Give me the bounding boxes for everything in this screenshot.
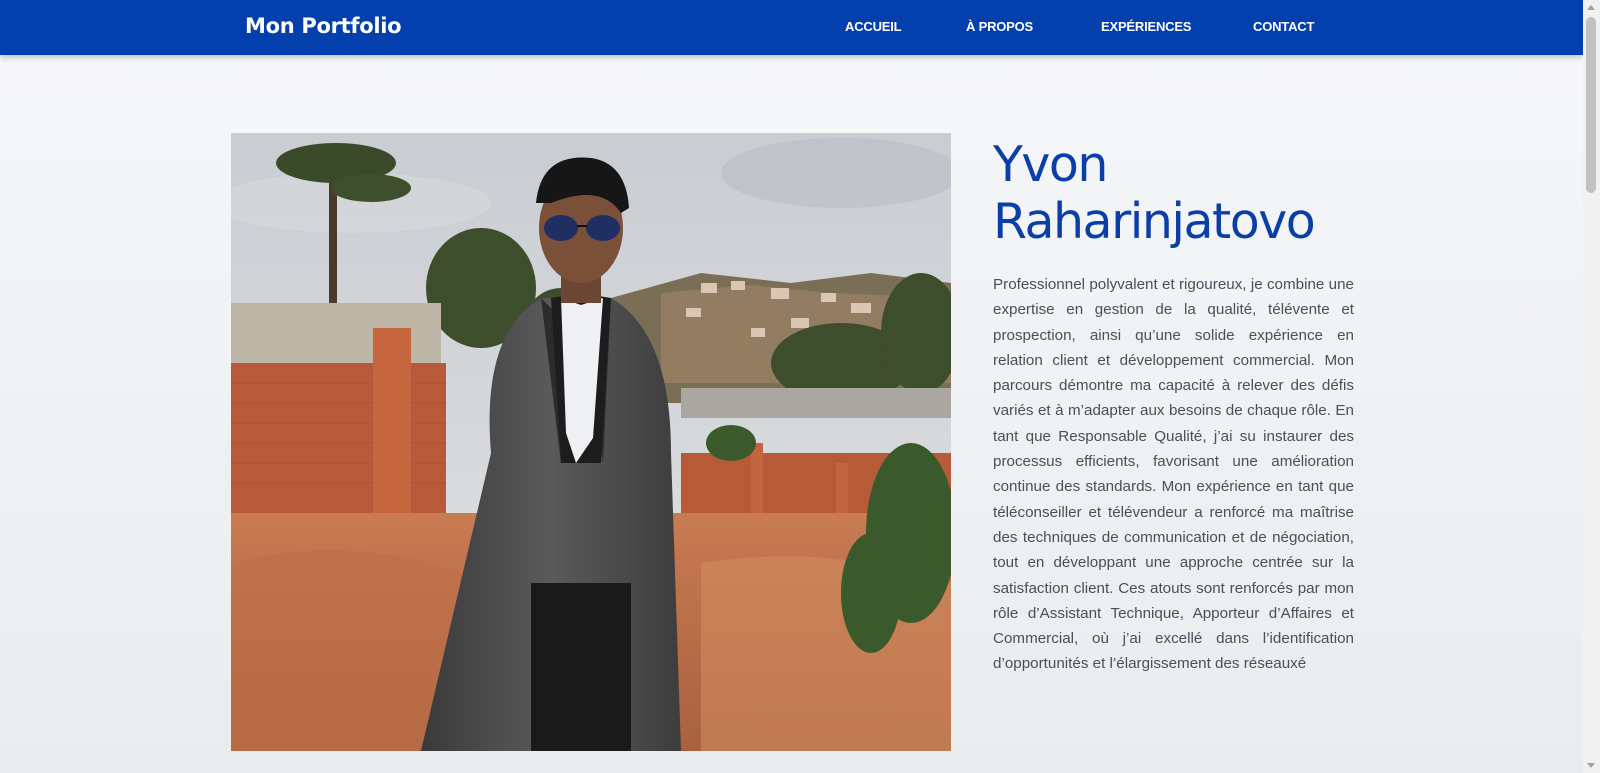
scroll-down-arrow-icon[interactable]	[1587, 763, 1595, 768]
profile-photo	[231, 133, 951, 751]
nav-link-accueil[interactable]: ACCUEIL	[845, 19, 902, 34]
top-navbar: Mon Portfolio ACCUEIL À PROPOS EXPÉRIENC…	[0, 0, 1583, 55]
profile-name: Yvon Raharinjatovo	[993, 136, 1393, 250]
page-scrollbar[interactable]	[1583, 0, 1600, 773]
nav-link-a-propos[interactable]: À PROPOS	[966, 19, 1033, 34]
profile-first-name: Yvon	[993, 136, 1108, 193]
nav-link-contact[interactable]: CONTACT	[1253, 19, 1314, 34]
scroll-up-arrow-icon[interactable]	[1587, 5, 1595, 10]
site-brand[interactable]: Mon Portfolio	[245, 14, 402, 38]
nav-link-experiences[interactable]: EXPÉRIENCES	[1101, 19, 1191, 34]
profile-last-name: Raharinjatovo	[993, 193, 1316, 250]
profile-bio: Professionnel polyvalent et rigoureux, j…	[993, 276, 1354, 673]
scroll-thumb[interactable]	[1586, 17, 1596, 193]
